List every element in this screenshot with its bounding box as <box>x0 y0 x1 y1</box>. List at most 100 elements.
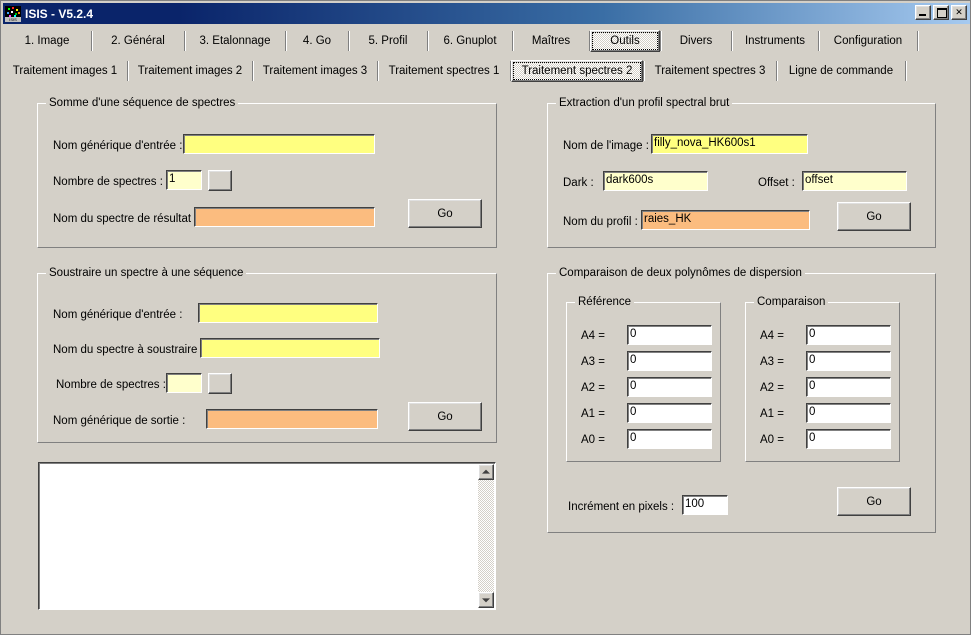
input-soustraire-generic-out[interactable] <box>206 409 378 429</box>
reference-input-a0[interactable]: 0 <box>627 429 712 449</box>
comparison-input-a2[interactable]: 0 <box>806 377 891 397</box>
minimize-button[interactable] <box>915 5 931 20</box>
chevron-down-icon <box>482 598 490 602</box>
reference-input-a1[interactable]: 0 <box>627 403 712 423</box>
reference-input-a4[interactable]: 0 <box>627 325 712 345</box>
reference-label-a0: A0 = <box>581 433 605 447</box>
label-somme-nb-spectres: Nombre de spectres : <box>53 175 163 189</box>
group-comparaison-polynomes: Comparaison de deux polynômes de dispers… <box>547 273 936 533</box>
subgroup-comparison: Comparaison A4 =0A3 =0A2 =0A1 =0A0 =0 <box>745 302 900 462</box>
tab-label: Traitement spectres 3 <box>655 65 766 77</box>
tab-label: Traitement spectres 2 <box>522 65 633 77</box>
subtab-ligne-de-commande[interactable]: Ligne de commande <box>777 60 905 82</box>
maximize-button[interactable] <box>933 5 949 20</box>
subtab-traitement-images-1[interactable]: Traitement images 1 <box>3 60 127 82</box>
subtab-traitement-spectres-3[interactable]: Traitement spectres 3 <box>644 60 776 82</box>
tab-1-image[interactable]: 1. Image <box>3 30 91 52</box>
comparison-input-a1[interactable]: 0 <box>806 403 891 423</box>
reference-label-a1: A1 = <box>581 407 605 421</box>
soustraire-go-button[interactable]: Go <box>408 402 482 431</box>
subgroup-comparison-title: Comparaison <box>754 296 828 308</box>
comparison-label-a3: A3 = <box>760 355 784 369</box>
reference-label-a3: A3 = <box>581 355 605 369</box>
close-button[interactable]: ✕ <box>951 5 967 20</box>
tab-label: Traitement images 3 <box>263 65 367 77</box>
group-extraction-profil: Extraction d'un profil spectral brut Nom… <box>547 103 936 248</box>
tab-label: Divers <box>680 35 713 47</box>
close-icon: ✕ <box>952 6 966 19</box>
tab-separator <box>905 61 906 81</box>
input-extraction-offset[interactable]: offset <box>802 171 907 191</box>
log-scroll-down-button[interactable] <box>478 592 494 608</box>
tab-divers[interactable]: Divers <box>661 30 731 52</box>
tab-separator <box>917 31 918 51</box>
input-increment-pixels[interactable]: 100 <box>682 495 728 515</box>
somme-go-button[interactable]: Go <box>408 199 482 228</box>
browse-soustraire-nb-spectres-button[interactable] <box>208 373 232 394</box>
input-soustraire-nb-spectres[interactable] <box>166 373 202 393</box>
tab-ma-tres[interactable]: Maîtres <box>513 30 589 52</box>
browse-somme-nb-spectres-button[interactable] <box>208 170 232 191</box>
input-somme-generic-in[interactable] <box>183 134 375 154</box>
input-somme-result[interactable] <box>194 207 375 227</box>
input-extraction-dark[interactable]: dark600s <box>603 171 708 191</box>
group-soustraire-sequence-title: Soustraire un spectre à une séquence <box>46 267 246 279</box>
window-title: ISIS - V5.2.4 <box>25 7 93 21</box>
label-extraction-profil: Nom du profil : <box>563 215 638 229</box>
group-somme-sequence: Somme d'une séquence de spectres Nom gén… <box>37 103 497 248</box>
input-soustraire-spectre-sub[interactable] <box>200 338 380 358</box>
minimize-icon <box>919 14 926 16</box>
tab-label: Outils <box>610 35 639 47</box>
subtab-traitement-images-3[interactable]: Traitement images 3 <box>253 60 377 82</box>
label-somme-result: Nom du spectre de résultat : <box>53 212 197 226</box>
input-extraction-image[interactable]: filly_nova_HK600s1 <box>651 134 808 154</box>
input-soustraire-generic-in[interactable] <box>198 303 378 323</box>
tab-6-gnuplot[interactable]: 6. Gnuplot <box>428 30 512 52</box>
tab-label: 4. Go <box>303 35 331 47</box>
tab-2-g-n-ral[interactable]: 2. Général <box>92 30 184 52</box>
tab-configuration[interactable]: Configuration <box>819 30 917 52</box>
input-extraction-profil[interactable]: raies_HK <box>641 210 810 230</box>
tab-5-profil[interactable]: 5. Profil <box>349 30 427 52</box>
tab-label: Configuration <box>834 35 902 47</box>
log-vertical-scrollbar[interactable] <box>478 464 494 608</box>
tab-3-etalonnage[interactable]: 3. Etalonnage <box>185 30 285 52</box>
window-title-bar: ISIS ISIS - V5.2.4 ✕ <box>3 3 970 24</box>
reference-input-a3[interactable]: 0 <box>627 351 712 371</box>
tab-outils[interactable]: Outils <box>590 30 660 52</box>
log-scroll-up-button[interactable] <box>478 464 494 480</box>
subtab-traitement-spectres-2[interactable]: Traitement spectres 2 <box>511 60 643 82</box>
subtab-traitement-images-2[interactable]: Traitement images 2 <box>128 60 252 82</box>
label-increment-pixels: Incrément en pixels : <box>568 500 674 514</box>
comparison-input-a0[interactable]: 0 <box>806 429 891 449</box>
comparison-input-a3[interactable]: 0 <box>806 351 891 371</box>
tab-label: Traitement images 2 <box>138 65 242 77</box>
extraction-go-button[interactable]: Go <box>837 202 911 231</box>
tab-label: Traitement images 1 <box>13 65 117 77</box>
subgroup-reference-title: Référence <box>575 296 634 308</box>
label-extraction-image: Nom de l'image : <box>563 139 649 153</box>
tab-label: 6. Gnuplot <box>443 35 496 47</box>
input-somme-nb-spectres[interactable]: 1 <box>166 170 202 190</box>
tab-label: Ligne de commande <box>789 65 893 77</box>
label-extraction-dark: Dark : <box>563 176 594 190</box>
tab-label: 2. Général <box>111 35 165 47</box>
reference-input-a2[interactable]: 0 <box>627 377 712 397</box>
log-output-box[interactable] <box>38 462 496 610</box>
tab-label: 3. Etalonnage <box>200 35 271 47</box>
tab-instruments[interactable]: Instruments <box>732 30 818 52</box>
comparison-input-a4[interactable]: 0 <box>806 325 891 345</box>
window-controls: ✕ <box>915 5 967 20</box>
isis-main-window: ISIS ISIS - V5.2.4 ✕ 1. Image 2. Général 3… <box>0 0 971 635</box>
label-soustraire-generic-out: Nom générique de sortie : <box>53 414 185 428</box>
tab-4-go[interactable]: 4. Go <box>286 30 348 52</box>
label-soustraire-generic-in: Nom générique d'entrée : <box>53 308 182 322</box>
comparison-label-a2: A2 = <box>760 381 784 395</box>
tab-label: 5. Profil <box>369 35 408 47</box>
subtab-traitement-spectres-1[interactable]: Traitement spectres 1 <box>378 60 510 82</box>
group-somme-sequence-title: Somme d'une séquence de spectres <box>46 97 238 109</box>
comparison-label-a0: A0 = <box>760 433 784 447</box>
label-soustraire-spectre-sub: Nom du spectre à soustraire : <box>53 343 204 357</box>
subgroup-reference: Référence A4 =0A3 =0A2 =0A1 =0A0 =0 <box>566 302 721 462</box>
comparaison-go-button[interactable]: Go <box>837 487 911 516</box>
